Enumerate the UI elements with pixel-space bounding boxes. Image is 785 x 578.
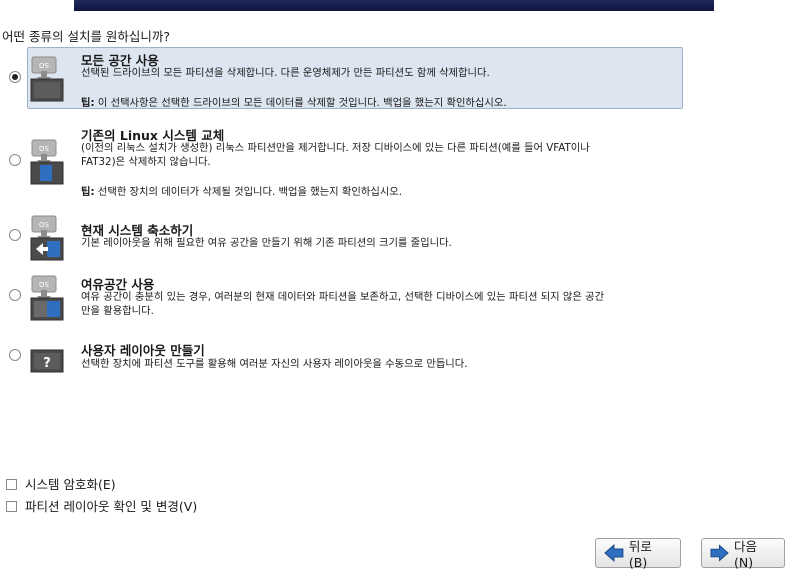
next-button-label: 다음(N)	[734, 539, 758, 570]
tip-label: 팁:	[81, 97, 95, 109]
radio-use-free-space[interactable]	[9, 289, 21, 301]
arrow-right-icon	[710, 544, 729, 562]
option-description: 기본 레이아웃을 위해 필요한 여유 공간을 만들기 위해 기존 파티션의 크기…	[81, 237, 452, 249]
encrypt-system-checkbox[interactable]: 시스템 암호화(E)	[6, 474, 116, 493]
option-description-line-2: FAT32)은 삭제하지 않습니다.	[81, 156, 211, 168]
arrow-left-icon	[604, 544, 624, 562]
review-partition-layout-checkbox[interactable]: 파티션 레이아웃 확인 및 변경(V)	[6, 496, 197, 515]
radio-custom-layout[interactable]	[9, 349, 21, 361]
option-replace-linux[interactable]: OS 기존의 Linux 시스템 교체 (이전의 리눅스 설치가 생성한) 리눅…	[0, 122, 785, 200]
question-drive-icon: ?	[30, 349, 64, 373]
checkbox-box[interactable]	[6, 479, 17, 490]
tip-text: 이 선택사항은 선택한 드라이브의 모든 데이터를 삭제할 것입니다. 백업을 …	[94, 97, 507, 109]
option-description-line-2: 만을 활용합니다.	[81, 305, 154, 317]
svg-text:?: ?	[43, 356, 51, 371]
radio-shrink-system[interactable]	[9, 229, 21, 241]
radio-use-all-space[interactable]	[9, 71, 21, 83]
option-description-line-1: (이전의 리눅스 설치가 생성한) 리눅스 파티션만을 제거합니다. 저장 디바…	[81, 142, 590, 154]
os-drive-freespace-icon: OS	[30, 275, 64, 321]
checkbox-label: 파티션 레이아웃 확인 및 변경(V)	[25, 499, 198, 514]
os-drive-replace-icon: OS	[30, 139, 64, 185]
checkbox-box[interactable]	[6, 501, 17, 512]
option-use-free-space[interactable]: OS 여유공간 사용 여유 공간이 충분히 있는 경우, 여러분의 현재 데이터…	[0, 271, 785, 331]
svg-text:OS: OS	[39, 62, 50, 70]
os-drive-empty-icon: OS	[30, 56, 64, 102]
radio-replace-linux[interactable]	[9, 154, 21, 166]
option-description-line-1: 여유 공간이 충분히 있는 경우, 여러분의 현재 데이터와 파티션을 보존하고…	[81, 291, 605, 303]
svg-text:OS: OS	[39, 281, 50, 289]
checkbox-label: 시스템 암호화(E)	[25, 477, 116, 492]
tip-label: 팁:	[81, 186, 95, 198]
header-banner	[74, 0, 714, 11]
install-type-question: 어떤 종류의 설치를 원하십니까?	[2, 29, 171, 44]
tip-text: 선택한 장치의 데이터가 삭제될 것입니다. 백업을 했는지 확인하십시오.	[94, 186, 403, 198]
option-description: 선택된 드라이브의 모든 파티션을 삭제합니다. 다른 운영체제가 만든 파티션…	[81, 67, 490, 79]
option-tip: 팁: 이 선택사항은 선택한 드라이브의 모든 데이터를 삭제할 것입니다. 백…	[81, 94, 507, 109]
option-description: 선택한 장치에 파티션 도구를 활용해 여러분 자신의 사용자 레이아웃을 수동…	[81, 358, 468, 370]
option-custom-layout[interactable]: ? 사용자 레이아웃 만들기 선택한 장치에 파티션 도구를 활용해 여러분 자…	[0, 338, 785, 382]
svg-text:OS: OS	[39, 221, 50, 229]
option-use-all-space[interactable]: OS 모든 공간 사용 선택된 드라이브의 모든 파티션을 삭제합니다. 다른 …	[0, 46, 785, 110]
os-drive-shrink-icon: OS	[30, 215, 64, 261]
back-button[interactable]: 뒤로(B)	[595, 538, 681, 570]
back-button-label: 뒤로(B)	[628, 539, 652, 570]
option-tip: 팁: 선택한 장치의 데이터가 삭제될 것입니다. 백업을 했는지 확인하십시오…	[81, 183, 402, 198]
svg-text:OS: OS	[39, 145, 50, 153]
next-button[interactable]: 다음(N)	[701, 538, 785, 570]
option-shrink-system[interactable]: OS 현재 시스템 축소하기 기본 레이아웃을 위해 필요한 여유 공간을 만들…	[0, 215, 785, 269]
